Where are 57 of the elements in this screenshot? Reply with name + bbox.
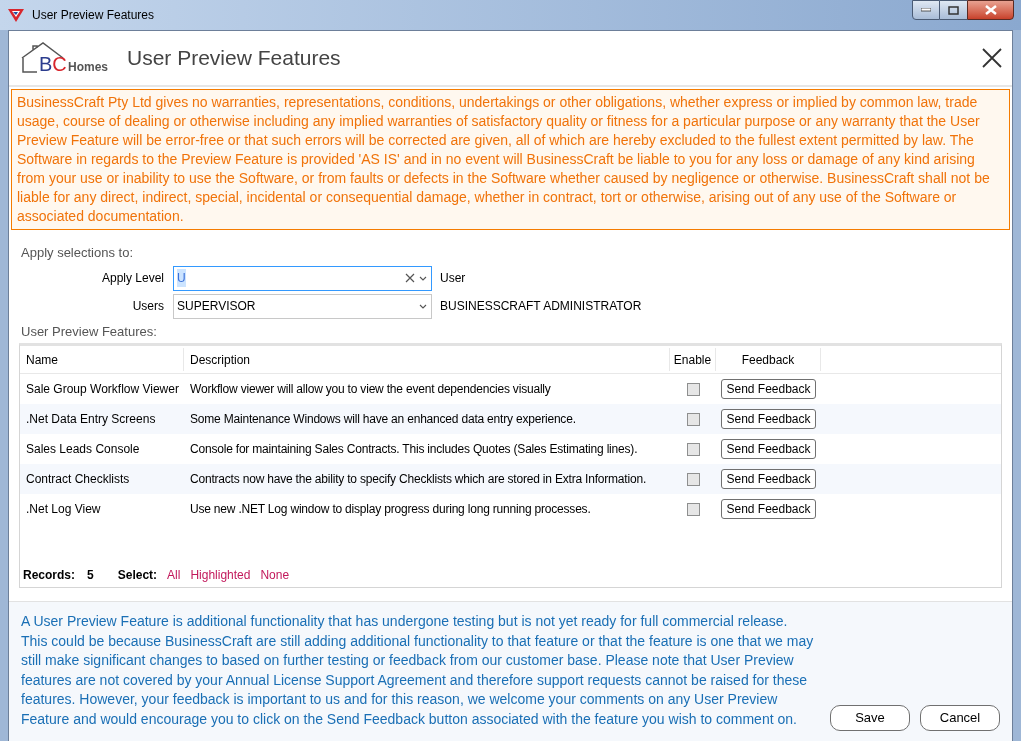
- enable-checkbox[interactable]: [686, 502, 700, 516]
- section-heading: User Preview Features:: [21, 322, 158, 341]
- records-count: 5: [87, 567, 94, 584]
- enable-checkbox[interactable]: [686, 382, 700, 396]
- dropdown-field[interactable]: U: [173, 265, 432, 291]
- feature-name: .Net Log View: [25, 501, 102, 518]
- minimize-button[interactable]: [912, 0, 940, 20]
- select-link[interactable]: None: [260, 566, 290, 584]
- close-button[interactable]: [980, 46, 1004, 70]
- send-feedback-button[interactable]: Send Feedback: [721, 379, 816, 399]
- save-button[interactable]: Save: [830, 705, 910, 731]
- send-feedback-button[interactable]: Send Feedback: [721, 439, 816, 459]
- field-description: User: [440, 270, 466, 287]
- enable-checkbox[interactable]: [686, 442, 700, 456]
- minimize-icon: [921, 8, 931, 12]
- dropdown-field[interactable]: SUPERVISOR: [173, 293, 432, 319]
- feature-description: Workflow viewer will allow you to view the event dependencies visually: [189, 381, 552, 398]
- close-icon: [984, 5, 997, 15]
- chevron-down-icon[interactable]: [419, 275, 427, 281]
- close-icon: [982, 48, 1002, 68]
- enable-checkbox[interactable]: [686, 412, 700, 426]
- feature-description: Contracts now have the ability to specify Checklists which are stored in Extra Information.: [189, 471, 647, 488]
- column-header[interactable]: Name: [20, 348, 184, 371]
- window-title: User Preview Features: [32, 7, 155, 24]
- section-heading: Apply selections to:: [21, 244, 134, 262]
- app-logo-icon: [8, 8, 24, 22]
- select-link[interactable]: All: [167, 566, 181, 584]
- feature-description: Some Maintenance Windows will have an enhanced data entry experience.: [189, 411, 577, 428]
- maximize-icon: [948, 5, 959, 15]
- field-label: Users: [131, 298, 165, 315]
- dialog-title: User Preview Features: [127, 45, 341, 72]
- field-label: Apply Level: [100, 270, 165, 287]
- column-header[interactable]: Feedback: [716, 348, 821, 371]
- column-header[interactable]: Enable: [670, 348, 716, 371]
- column-header[interactable]: Description: [184, 348, 670, 371]
- records-label: Records:: [23, 567, 75, 584]
- send-feedback-button[interactable]: Send Feedback: [721, 409, 816, 429]
- feature-name: .Net Data Entry Screens: [25, 411, 157, 428]
- feature-name: Contract Checklists: [25, 471, 131, 488]
- feature-name: Sales Leads Console: [25, 441, 141, 458]
- disclaimer-text: BusinessCraft Pty Ltd gives no warranties, representations, conditions, undertakings or other obligations, whether express or implied by common law, trade usage, course of dealing or otherwise including any implied warranties of satisfactory quality or fitness for a particular purpose or any warranty that the User Preview Feature will be error-free or that such errors will be corrected are given, all of which are hereby excluded to the fullest extent permitted by law. The Software in regards to the Preview Feature is provided 'AS IS' and in no event will BusinessCraft be liable to you for any loss or damage of any kind arising from your use or inability to use the Software, or from faults or defects in the Software whether caused by negligence or otherwise. BusinessCraft shall not be liable for any direct, indirect, special, incidental or consequential damage, whether in contract, tort or otherwise, arising out of any use of the Software or associated documentation.: [11, 89, 1010, 230]
- info-text: A User Preview Feature is additional functionality that has undergone testing but is not yet ready for full commercial release. This could be because BusinessCraft are still adding additional functionality to that feature or that the feature is one that we may still make significant changes to based on further testing or feedback from our customer base. Please note that User Preview features are not covered by your Annual License Support Agreement and therefore support requests cannot be raised for these features. However, your feedback is important to us and for this reason, we welcome your comments on any User Preview Feature and would encourage you to click on the Send Feedback button associated with the feature you wish to comment on.: [21, 612, 815, 729]
- select-label: Select:: [117, 567, 158, 584]
- chevron-down-icon[interactable]: [419, 303, 427, 309]
- enable-checkbox[interactable]: [686, 472, 700, 486]
- field-description: BUSINESSCRAFT ADMINISTRATOR: [440, 298, 642, 315]
- clear-icon[interactable]: [405, 273, 415, 283]
- cancel-button[interactable]: Cancel: [920, 705, 1000, 731]
- select-link[interactable]: Highlighted: [190, 566, 251, 584]
- company-logo: BCHomes: [19, 40, 109, 76]
- feature-description: Use new .NET Log window to display progress during long running processes.: [189, 501, 592, 518]
- send-feedback-button[interactable]: Send Feedback: [721, 469, 816, 489]
- maximize-button[interactable]: [940, 0, 967, 20]
- send-feedback-button[interactable]: Send Feedback: [721, 499, 816, 519]
- close-button[interactable]: [967, 0, 1014, 20]
- feature-name: Sale Group Workflow Viewer: [25, 381, 180, 398]
- feature-description: Console for maintaining Sales Contracts. This includes Quotes (Sales Estimating lines).: [189, 441, 639, 458]
